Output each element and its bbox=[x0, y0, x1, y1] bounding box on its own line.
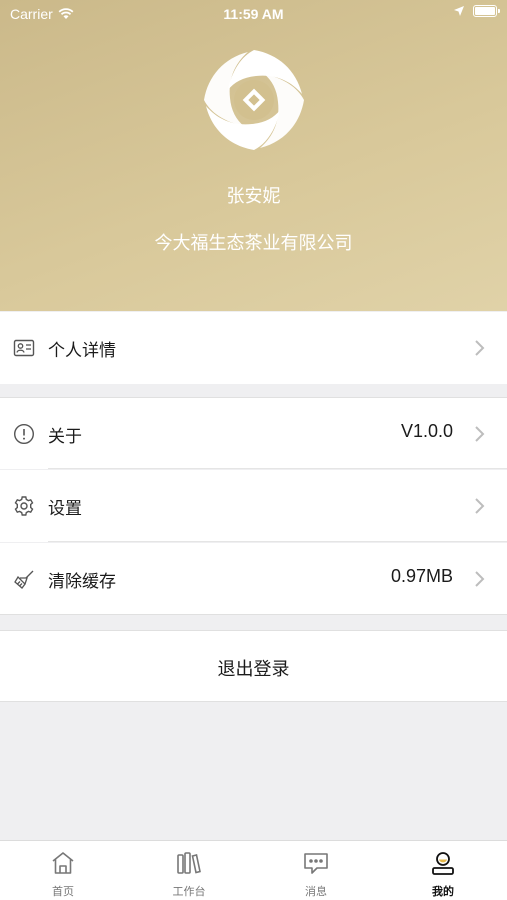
logout-label: 退出登录 bbox=[217, 659, 290, 680]
profile-icon bbox=[432, 852, 454, 875]
tab-workbench-label: 工作台 bbox=[172, 885, 206, 898]
settings-label: 设置 bbox=[48, 499, 82, 519]
logout-button[interactable]: 退出登录 bbox=[0, 630, 507, 702]
tab-profile-label: 我的 bbox=[432, 885, 454, 898]
workbench-icon bbox=[177, 852, 201, 874]
status-bar: Carrier 11:59 AM bbox=[0, 0, 507, 28]
info-circle-icon bbox=[13, 423, 35, 445]
company-logo bbox=[204, 50, 304, 150]
personal-details-label: 个人详情 bbox=[48, 341, 116, 361]
tab-profile[interactable]: 我的 bbox=[380, 841, 506, 900]
about-label: 关于 bbox=[48, 427, 82, 447]
clear-cache-row[interactable]: 清除缓存 0.97MB bbox=[0, 543, 507, 615]
chevron-right-icon bbox=[475, 498, 485, 514]
personal-details-row[interactable]: 个人详情 bbox=[0, 312, 507, 384]
tab-messages[interactable]: 消息 bbox=[253, 841, 379, 900]
location-arrow-icon bbox=[454, 6, 464, 16]
message-icon bbox=[304, 853, 328, 874]
chevron-right-icon bbox=[475, 426, 485, 442]
chevron-right-icon bbox=[475, 571, 485, 587]
id-card-icon bbox=[13, 339, 35, 357]
cache-size-value: 0.97MB bbox=[390, 566, 453, 586]
broom-icon bbox=[14, 570, 34, 589]
tab-messages-label: 消息 bbox=[305, 885, 327, 898]
settings-row[interactable]: 设置 bbox=[0, 470, 507, 542]
company-name: 今大福生态茶业有限公司 bbox=[154, 233, 353, 254]
tab-workbench[interactable]: 工作台 bbox=[126, 841, 252, 900]
row-divider bbox=[48, 541, 507, 542]
tab-bar: 首页 工作台 消息 我的 bbox=[0, 840, 507, 900]
clear-cache-label: 清除缓存 bbox=[48, 572, 116, 592]
user-name: 张安妮 bbox=[226, 186, 281, 207]
status-right bbox=[453, 5, 500, 17]
profile-header: Carrier 11:59 AM 张安妮 今大福生态茶业有限公司 bbox=[0, 0, 507, 311]
tab-home[interactable]: 首页 bbox=[0, 841, 126, 900]
row-divider bbox=[48, 468, 507, 469]
version-value: V1.0.0 bbox=[400, 421, 453, 441]
home-icon bbox=[52, 852, 74, 874]
chevron-right-icon bbox=[475, 340, 485, 356]
about-row[interactable]: 关于 V1.0.0 bbox=[0, 397, 507, 469]
gear-icon bbox=[14, 496, 34, 516]
battery-icon bbox=[473, 5, 500, 17]
status-time: 11:59 AM bbox=[223, 6, 284, 22]
tab-home-label: 首页 bbox=[52, 885, 74, 898]
